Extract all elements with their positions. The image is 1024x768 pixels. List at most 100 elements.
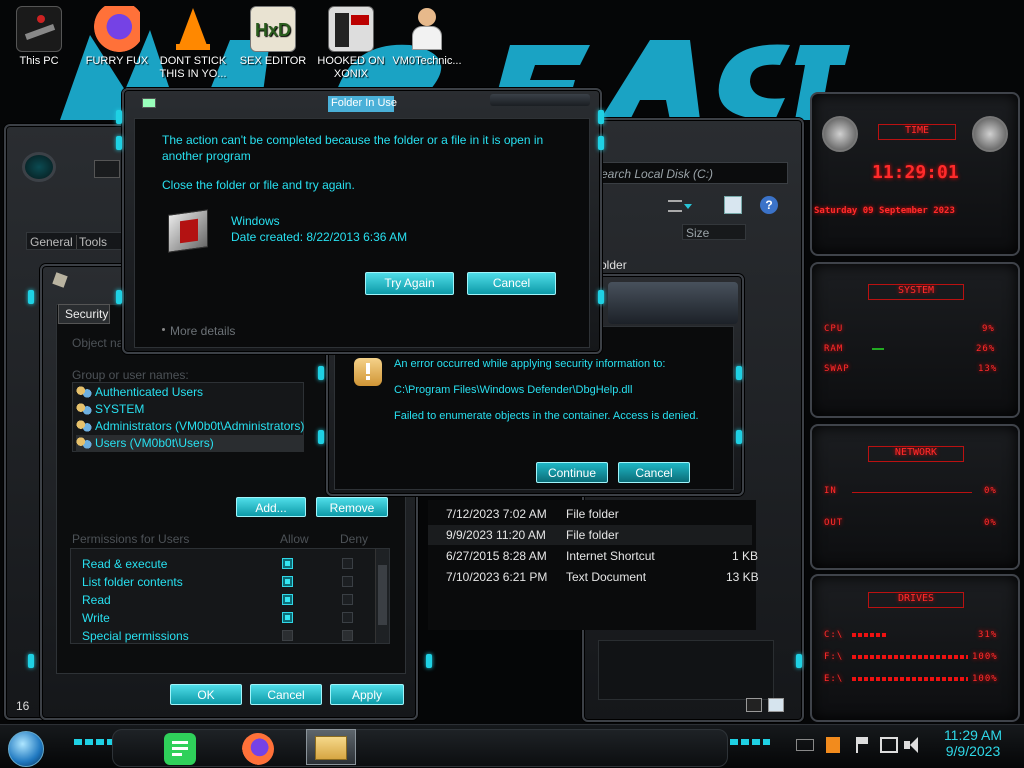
cancel-button[interactable]: Cancel (250, 684, 322, 705)
error-detail: Failed to enumerate objects in the conta… (394, 410, 699, 422)
remove-button[interactable]: Remove (316, 497, 388, 517)
desktop-icon-this-pc[interactable]: This PC (4, 6, 74, 68)
deny-checkbox[interactable] (342, 612, 353, 623)
desktop-icon-furry-fux[interactable]: FURRY FUX (82, 6, 152, 68)
desktop-icon-vlc[interactable]: DONT STICK THIS IN YO... (158, 6, 228, 81)
more-details-toggle[interactable]: More details (160, 324, 280, 340)
show-hidden-icons-icon[interactable] (796, 739, 814, 751)
list-item[interactable]: Authenticated Users (76, 384, 306, 401)
add-button[interactable]: Add... (236, 497, 306, 517)
group-users-label: Group or user names: (72, 368, 189, 382)
view-options-icon[interactable] (664, 196, 694, 216)
cpu-value: 9% (982, 324, 995, 334)
search-box[interactable]: earch Local Disk (C:) (598, 162, 788, 184)
allow-checkbox[interactable] (282, 558, 293, 569)
explorer-icon (142, 98, 156, 108)
file-explorer-taskbar-button[interactable] (306, 729, 356, 765)
allow-checkbox[interactable] (282, 612, 293, 623)
allow-label: Allow (280, 532, 309, 546)
allow-checkbox[interactable] (282, 630, 293, 641)
java-update-icon[interactable] (826, 737, 840, 753)
deny-checkbox[interactable] (342, 594, 353, 605)
start-button[interactable] (8, 731, 44, 767)
file-row[interactable]: 9/9/2023 11:20 AM File folder (428, 525, 752, 545)
help-icon[interactable]: ? (760, 196, 778, 214)
frame-accent (736, 430, 742, 444)
network-in-label: IN (824, 486, 837, 496)
network-in-value: 0% (984, 486, 997, 496)
allow-checkbox[interactable] (282, 576, 293, 587)
ok-button[interactable]: OK (170, 684, 242, 705)
item-date: Date created: 8/22/2013 6:36 AM (231, 230, 408, 244)
error-cancel-button[interactable]: Cancel (618, 462, 690, 483)
volume-icon[interactable] (904, 737, 922, 753)
alien-logo-icon (22, 152, 56, 182)
apply-button[interactable]: Apply (330, 684, 404, 705)
folder-cancel-button[interactable]: Cancel (467, 272, 556, 295)
clock-time: 11:29 AM (943, 727, 1003, 743)
continue-button[interactable]: Continue (536, 462, 608, 483)
error-message: An error occurred while applying securit… (394, 358, 666, 370)
desktop-icon-label: This PC (19, 55, 59, 67)
error-path: C:\Program Files\Windows Defender\DbgHel… (394, 384, 633, 396)
xonix-game-icon (328, 6, 374, 52)
try-again-button[interactable]: Try Again (365, 272, 454, 295)
permission-row: Read & execute (82, 556, 362, 574)
frame-accent (796, 654, 802, 668)
windows-folder-icon (164, 206, 212, 254)
list-item[interactable]: SYSTEM (76, 401, 306, 418)
desktop-icon-vm0technic[interactable]: VM0Technic... (392, 6, 462, 68)
cpu-label: CPU (824, 324, 844, 334)
deny-checkbox[interactable] (342, 576, 353, 587)
users-group-icon (76, 385, 92, 399)
deny-checkbox[interactable] (342, 558, 353, 569)
frame-accent (116, 290, 122, 304)
desktop-icon-hex-editor[interactable]: HxD SEX EDITOR (238, 6, 308, 68)
deny-checkbox[interactable] (342, 630, 353, 641)
permissions-scrollbar[interactable] (375, 549, 389, 643)
network-title: NETWORK (868, 446, 964, 462)
tab-tools[interactable]: Tools (79, 235, 107, 249)
frame-accent (318, 366, 324, 380)
permission-row: List folder contents (82, 574, 362, 592)
details-view-icon[interactable] (746, 698, 762, 712)
size-column-header[interactable]: Size (682, 224, 746, 240)
notes-app-icon[interactable] (164, 733, 196, 765)
frame-accent (426, 654, 432, 668)
taskbar-accent (74, 739, 114, 745)
firefox-icon (94, 6, 140, 52)
gadget-date: Saturday 09 September 2023 (814, 206, 955, 216)
drive-value: 100% (972, 652, 998, 662)
users-group-icon (76, 419, 92, 433)
object-name-label: Object na (72, 336, 124, 350)
tab-security[interactable]: Security (58, 304, 110, 324)
large-icons-view-icon[interactable] (768, 698, 784, 712)
allow-checkbox[interactable] (282, 594, 293, 605)
desktop-icon-xonix[interactable]: HOOKED ON XONIX (316, 6, 386, 81)
file-row[interactable]: 6/27/2015 8:28 AM Internet Shortcut 1 KB (428, 546, 758, 566)
back-icon[interactable] (94, 160, 120, 178)
drive-usage-bar (852, 655, 968, 659)
drive-value: 100% (972, 674, 998, 684)
list-item-selected[interactable]: Users (VM0b0t\Users) (76, 435, 304, 452)
list-item[interactable]: Administrators (VM0b0t\Administrators) (76, 418, 306, 435)
taskbar-clock[interactable]: 11:29 AM 9/9/2023 (930, 727, 1016, 767)
drive-usage-bar (852, 677, 968, 681)
network-icon[interactable] (880, 737, 898, 753)
person-icon (404, 6, 450, 52)
folder-icon (52, 272, 68, 288)
info-message-icon (354, 358, 382, 386)
preview-pane-icon[interactable] (724, 196, 742, 214)
drives-gadget: DRIVES C:\ 31% F:\ 100% E:\ 100% (810, 574, 1020, 722)
drive-value: 31% (978, 630, 998, 640)
frame-accent (318, 430, 324, 444)
flag-icon[interactable] (856, 737, 868, 753)
traffic-cone-icon (170, 6, 216, 52)
file-row[interactable]: 7/12/2023 7:02 AM File folder (428, 504, 756, 524)
file-row[interactable]: 7/10/2023 6:21 PM Text Document 13 KB (428, 567, 759, 587)
frame-accent (28, 654, 34, 668)
tab-general[interactable]: General (30, 235, 77, 249)
permission-row: Special permissions (82, 628, 362, 646)
firefox-taskbar-icon[interactable] (242, 733, 274, 765)
frame-accent (736, 366, 742, 380)
